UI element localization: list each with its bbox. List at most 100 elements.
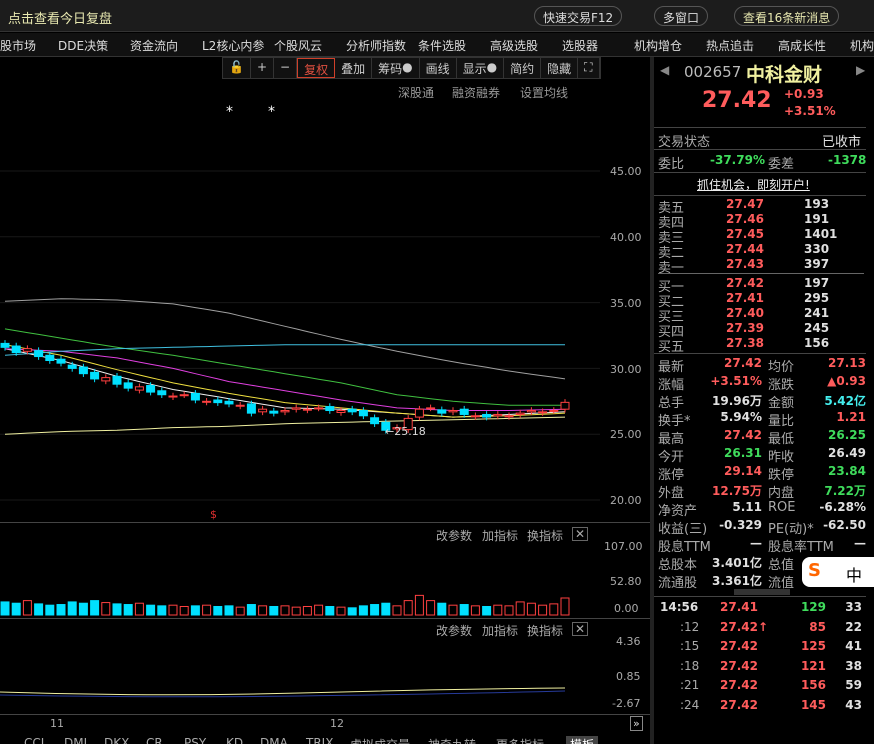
volume-bar bbox=[90, 600, 100, 616]
chips-label: 筹码 bbox=[378, 62, 403, 76]
menu-item[interactable]: 机构增仓 bbox=[634, 37, 682, 54]
tab-kd[interactable]: KD bbox=[226, 736, 243, 744]
quote-value: -62.50 bbox=[823, 518, 866, 532]
candle bbox=[78, 366, 88, 375]
scroll-up-handle[interactable] bbox=[734, 589, 790, 595]
candle bbox=[90, 371, 100, 380]
volume-bar bbox=[437, 602, 447, 616]
zoom-out-button[interactable]: − bbox=[274, 58, 298, 78]
volume-bar bbox=[123, 604, 133, 616]
hide-button[interactable]: 隐藏 bbox=[541, 58, 579, 78]
menu-item[interactable]: DDE决策 bbox=[58, 37, 108, 54]
tab-psy[interactable]: PSY bbox=[184, 736, 206, 744]
tab-magic-nine[interactable]: 神奇九转 bbox=[428, 736, 476, 744]
tick-price: 27.42 bbox=[720, 658, 758, 673]
divider bbox=[658, 273, 864, 274]
tab-more[interactable]: 更多指标 bbox=[496, 736, 544, 744]
chart-toolbar: 🔓 + − 复权 叠加 筹码● 画线 显示● 简约 隐藏 ⛶ bbox=[222, 57, 601, 79]
display-button[interactable]: 显示● bbox=[457, 58, 505, 78]
edit-params-button[interactable]: 改参数 bbox=[436, 622, 472, 639]
menu-item[interactable]: 机构 bbox=[850, 37, 874, 54]
quote-row: 涨幅 +3.51% 涨跌 ▲0.93 bbox=[654, 374, 874, 393]
tick-time: :15 bbox=[680, 639, 700, 653]
quote-label: 最新 bbox=[658, 360, 685, 375]
candle bbox=[314, 407, 324, 410]
candle bbox=[370, 417, 380, 425]
tab-cr[interactable]: CR bbox=[146, 736, 163, 744]
tick-row: 14:56 27.41 129 33 bbox=[654, 600, 874, 618]
simple-button[interactable]: 简约 bbox=[504, 58, 542, 78]
candlestick-chart[interactable]: * * $ bbox=[0, 100, 650, 520]
sz-connect-link[interactable]: 深股通 bbox=[398, 84, 434, 101]
draw-button[interactable]: 画线 bbox=[420, 58, 457, 78]
quote-value: +3.51% bbox=[710, 374, 762, 388]
ma-line-ma60 bbox=[4, 298, 566, 380]
quick-trade-button[interactable]: 快速交易F12 bbox=[534, 6, 623, 26]
ma-settings-link[interactable]: 设置均线 bbox=[520, 84, 568, 101]
volume-bar bbox=[224, 605, 234, 616]
scroll-right-icon[interactable]: » bbox=[630, 716, 643, 731]
ask-price: 27.46 bbox=[726, 212, 764, 226]
menu-item[interactable]: 高级选股 bbox=[490, 37, 538, 54]
menu-item[interactable]: 条件选股 bbox=[418, 37, 466, 54]
prev-stock-icon[interactable]: ◀ bbox=[660, 63, 669, 77]
stock-code: 002657 bbox=[684, 63, 742, 81]
menu-item[interactable]: 高成长性 bbox=[778, 37, 826, 54]
tab-dmi[interactable]: DMI bbox=[64, 736, 87, 744]
fullscreen-icon[interactable]: ⛶ bbox=[578, 58, 600, 78]
candle bbox=[470, 415, 480, 418]
quote-value: -6.28% bbox=[819, 500, 866, 514]
close-panel-icon[interactable]: ✕ bbox=[572, 622, 589, 636]
tick-price: 27.42 bbox=[720, 697, 758, 712]
tick-count: 59 bbox=[845, 678, 862, 692]
tab-cci[interactable]: CCI bbox=[24, 736, 44, 744]
switch-indicator-button[interactable]: 换指标 bbox=[527, 622, 563, 639]
tab-dma[interactable]: DMA bbox=[260, 736, 288, 744]
multi-window-button[interactable]: 多窗口 bbox=[654, 6, 709, 26]
volume-bar bbox=[403, 600, 413, 616]
volume-bar bbox=[358, 605, 368, 616]
bid-row: 买三 27.40 241 bbox=[654, 306, 874, 325]
messages-button[interactable]: 查看16条新消息 bbox=[734, 6, 840, 26]
menu-item[interactable]: 个股风云 bbox=[274, 37, 322, 54]
tick-volume: 121 bbox=[800, 658, 826, 673]
quote-label: 量比 bbox=[768, 414, 795, 429]
ask-price: 27.43 bbox=[726, 257, 764, 271]
quote-label: 流通股 bbox=[658, 576, 698, 591]
ime-indicator[interactable]: S 中 bbox=[802, 557, 874, 587]
tab-template[interactable]: 模板 bbox=[566, 736, 599, 744]
volume-bar bbox=[258, 605, 268, 616]
candle bbox=[437, 409, 447, 414]
volume-bar bbox=[280, 605, 290, 616]
quote-label: 股息TTM bbox=[658, 540, 711, 555]
close-panel-icon[interactable]: ✕ bbox=[572, 527, 589, 541]
candle bbox=[112, 375, 122, 385]
next-stock-icon[interactable]: ▶ bbox=[856, 63, 865, 77]
alert-dot-icon: ● bbox=[486, 60, 498, 74]
menu-item[interactable]: 选股器 bbox=[562, 37, 598, 54]
overlay-button[interactable]: 叠加 bbox=[335, 58, 373, 78]
menu-item[interactable]: 股市场 bbox=[0, 37, 36, 54]
margin-link[interactable]: 融资融券 bbox=[452, 84, 500, 101]
chips-button[interactable]: 筹码● bbox=[372, 58, 420, 78]
vol-tick: 0.00 bbox=[614, 602, 639, 615]
lock-icon[interactable]: 🔓 bbox=[223, 58, 251, 78]
tab-virtual-volume[interactable]: 虚拟成交量 bbox=[350, 736, 410, 744]
volume-bar bbox=[504, 605, 514, 616]
candle bbox=[280, 410, 290, 413]
bid-price: 27.42 bbox=[726, 276, 764, 290]
open-account-link[interactable]: 抓住机会，即刻开户! bbox=[697, 176, 810, 193]
tab-trix[interactable]: TRIX bbox=[306, 736, 333, 744]
menu-item[interactable]: 资金流向 bbox=[130, 37, 178, 54]
zoom-in-button[interactable]: + bbox=[251, 58, 275, 78]
menu-item[interactable]: 热点追击 bbox=[706, 37, 754, 54]
add-indicator-button[interactable]: 加指标 bbox=[482, 622, 518, 639]
display-label: 显示 bbox=[462, 62, 487, 76]
tab-dkx[interactable]: DKX bbox=[104, 736, 129, 744]
quote-label: 涨幅 bbox=[658, 378, 685, 393]
review-link[interactable]: 点击查看今日复盘 bbox=[8, 8, 112, 27]
menu-item[interactable]: L2核心内参 bbox=[202, 37, 264, 54]
adjust-button[interactable]: 复权 bbox=[297, 58, 336, 78]
bid-price: 27.39 bbox=[726, 321, 764, 335]
menu-item[interactable]: 分析师指数 bbox=[346, 37, 406, 54]
